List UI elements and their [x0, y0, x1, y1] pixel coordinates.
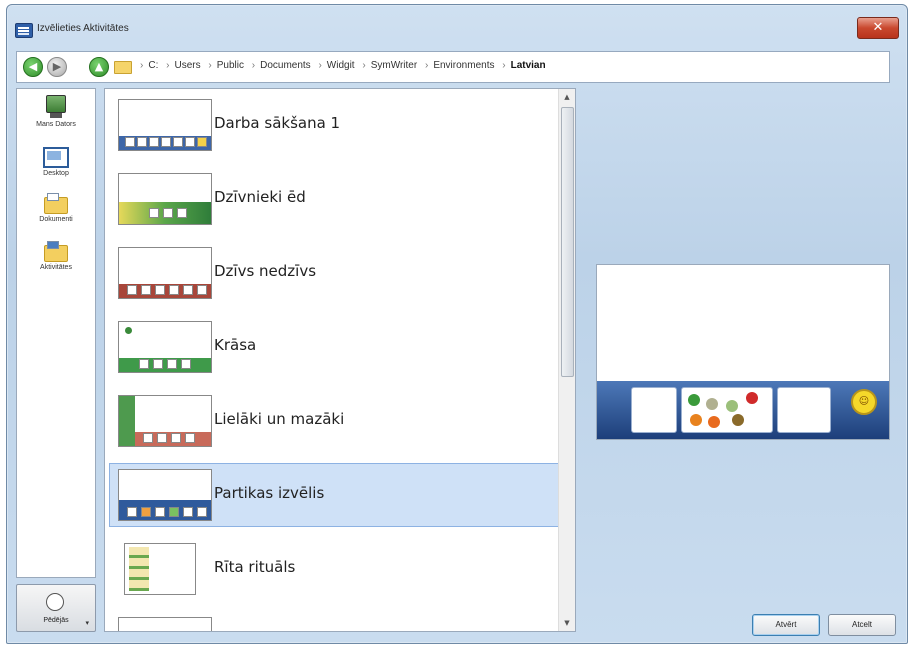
- file-name: Partikas izvēlis: [214, 484, 325, 502]
- preview-pane: ☺: [582, 88, 890, 608]
- place-label: Aktivitātes: [40, 264, 72, 271]
- open-button[interactable]: Atvērt: [752, 614, 820, 636]
- up-arrow-icon[interactable]: ▲: [89, 57, 109, 77]
- crumb-drive[interactable]: C:: [148, 60, 158, 71]
- list-item[interactable]: Darba sākšana 1: [109, 93, 571, 157]
- crumb-documents[interactable]: Documents: [260, 60, 311, 71]
- activity-thumbnail: [118, 469, 212, 521]
- activity-thumbnail: [118, 247, 212, 299]
- preview-cell-numbers: [631, 387, 677, 433]
- crumb-public[interactable]: Public: [217, 60, 244, 71]
- breadcrumb: › C: › Users › Public › Documents › Widgit › S…: [140, 60, 546, 71]
- scroll-down-arrow-icon[interactable]: ▼: [559, 615, 575, 631]
- crumb-widgit[interactable]: Widgit: [327, 60, 355, 71]
- file-name: Rīta rituāls: [214, 558, 296, 576]
- file-list: Darba sākšana 1 Dzīvnieki ēd Dzīvs nedzī…: [104, 88, 576, 632]
- app-icon: [15, 23, 33, 38]
- activity-thumbnail: [118, 99, 212, 151]
- window-title: Izvēlieties Aktivitātes: [37, 23, 129, 34]
- close-button[interactable]: ✕: [857, 17, 899, 39]
- file-name: Dzīvs nedzīvs: [214, 262, 317, 280]
- place-activities[interactable]: Aktivitātes: [17, 241, 95, 271]
- activity-preview: ☺: [596, 264, 890, 440]
- file-name: Darba sākšana 1: [214, 114, 341, 132]
- place-desktop[interactable]: Desktop: [17, 147, 95, 177]
- crumb-environments[interactable]: Environments: [433, 60, 494, 71]
- forward-arrow-icon[interactable]: ▶: [47, 57, 67, 77]
- list-item[interactable]: Dzīvs nedzīvs: [109, 241, 571, 305]
- vertical-scrollbar[interactable]: ▲ ▼: [558, 89, 575, 631]
- scroll-up-arrow-icon[interactable]: ▲: [559, 89, 575, 105]
- documents-folder-icon: [44, 193, 68, 214]
- places-sidebar: Mans Dators Desktop Dokumenti Aktivitāte…: [16, 88, 96, 578]
- list-item[interactable]: [109, 611, 571, 631]
- place-documents[interactable]: Dokumenti: [17, 193, 95, 223]
- crumb-symwriter[interactable]: SymWriter: [371, 60, 417, 71]
- activities-folder-icon: [44, 241, 68, 262]
- list-item[interactable]: Krāsa: [109, 315, 571, 379]
- folder-icon: [114, 61, 132, 74]
- recent-label: Pēdējās: [43, 617, 69, 624]
- scroll-thumb[interactable]: [561, 107, 574, 377]
- computer-icon: [46, 95, 66, 118]
- list-item[interactable]: Rīta rituāls: [109, 537, 571, 601]
- preview-cell-symbols: [777, 387, 831, 433]
- place-label: Dokumenti: [39, 216, 73, 223]
- file-name: Dzīvnieki ēd: [214, 188, 306, 206]
- list-item[interactable]: Partikas izvēlis: [109, 463, 571, 527]
- activity-thumbnail: [118, 173, 212, 225]
- smiley-icon: ☺: [851, 389, 877, 415]
- dropdown-arrow-icon: ▾: [85, 619, 89, 627]
- desktop-icon: [43, 147, 69, 168]
- address-bar[interactable]: ◀ ▶ ▲ › C: › Users › Public › Documents › Wid…: [16, 51, 890, 83]
- file-name: Lielāki un mazāki: [214, 410, 345, 428]
- preview-cell-fruits: [681, 387, 773, 433]
- place-label: Desktop: [43, 170, 69, 177]
- crumb-users[interactable]: Users: [174, 60, 200, 71]
- place-label: Mans Dators: [36, 121, 76, 128]
- clock-icon: [46, 593, 64, 611]
- cancel-button[interactable]: Atcelt: [828, 614, 896, 636]
- activity-thumbnail: [118, 617, 212, 631]
- activity-thumbnail: [118, 321, 212, 373]
- preview-symbol-strip: ☺: [597, 381, 889, 439]
- back-arrow-icon[interactable]: ◀: [23, 57, 43, 77]
- activity-thumbnail: [118, 395, 212, 447]
- recent-button[interactable]: Pēdējās ▾: [16, 584, 96, 632]
- title-bar: Izvēlieties Aktivitātes ✕: [7, 5, 907, 49]
- crumb-current[interactable]: Latvian: [511, 60, 546, 71]
- list-item[interactable]: Dzīvnieki ēd: [109, 167, 571, 231]
- activity-thumbnail: [124, 543, 196, 595]
- place-my-computer[interactable]: Mans Dators: [17, 95, 95, 128]
- list-item[interactable]: Lielāki un mazāki: [109, 389, 571, 453]
- file-name: Krāsa: [214, 336, 257, 354]
